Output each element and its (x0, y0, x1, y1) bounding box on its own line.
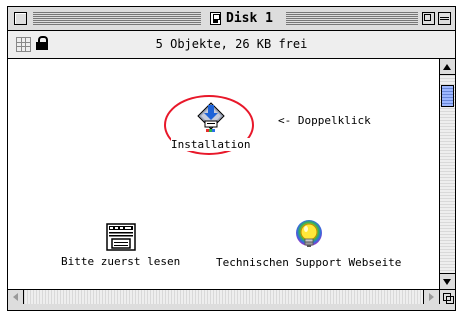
window-content: Installation <- Doppelklick Bitte zuerst… (8, 59, 439, 289)
window-header: 5 Objekte, 26 KB frei (8, 31, 455, 59)
lightbulb-icon (295, 220, 322, 247)
scroll-down-button[interactable] (440, 273, 455, 289)
arrow-up-icon (443, 64, 451, 70)
close-box[interactable] (14, 12, 27, 25)
disk-icon (210, 12, 221, 25)
collapse-box[interactable] (438, 12, 451, 25)
vertical-scroll-thumb[interactable] (441, 85, 454, 107)
installation-label: Installation (171, 138, 251, 151)
double-click-hint: <- Doppelklick (278, 114, 371, 127)
zoom-box[interactable] (422, 12, 435, 25)
scroll-left-button[interactable] (8, 290, 24, 304)
readme-label: Bitte zuerst lesen (61, 255, 181, 268)
item-count-info: 5 Objekte, 26 KB frei (155, 37, 308, 51)
icon-view-icon (16, 37, 31, 52)
finder-window: Disk 1 5 Objekte, 26 KB frei Installatio… (7, 6, 456, 311)
arrow-right-icon (429, 293, 434, 301)
lock-icon (36, 36, 48, 50)
window-title: Disk 1 (206, 10, 277, 27)
support-website-item[interactable]: Technischen Support Webseite (216, 219, 402, 269)
resize-grow-box[interactable] (439, 289, 455, 304)
arrow-down-icon (443, 279, 451, 285)
title-bar-stripes (33, 12, 201, 25)
title-bar-stripes (286, 12, 418, 25)
arrow-left-icon (13, 293, 18, 301)
scroll-up-button[interactable] (440, 59, 455, 75)
readme-item[interactable]: Bitte zuerst lesen (61, 222, 181, 268)
horizontal-scroll-track[interactable] (24, 290, 422, 304)
horizontal-scrollbar[interactable] (8, 289, 439, 304)
support-website-label: Technischen Support Webseite (216, 256, 402, 269)
scroll-right-button[interactable] (423, 290, 439, 304)
document-icon (105, 223, 136, 251)
vertical-scroll-track[interactable] (440, 75, 455, 273)
installation-item[interactable]: Installation (171, 101, 251, 151)
vertical-scrollbar[interactable] (439, 59, 455, 289)
window-title-text: Disk 1 (226, 11, 273, 26)
installer-icon (197, 102, 225, 132)
title-bar[interactable]: Disk 1 (8, 7, 455, 31)
